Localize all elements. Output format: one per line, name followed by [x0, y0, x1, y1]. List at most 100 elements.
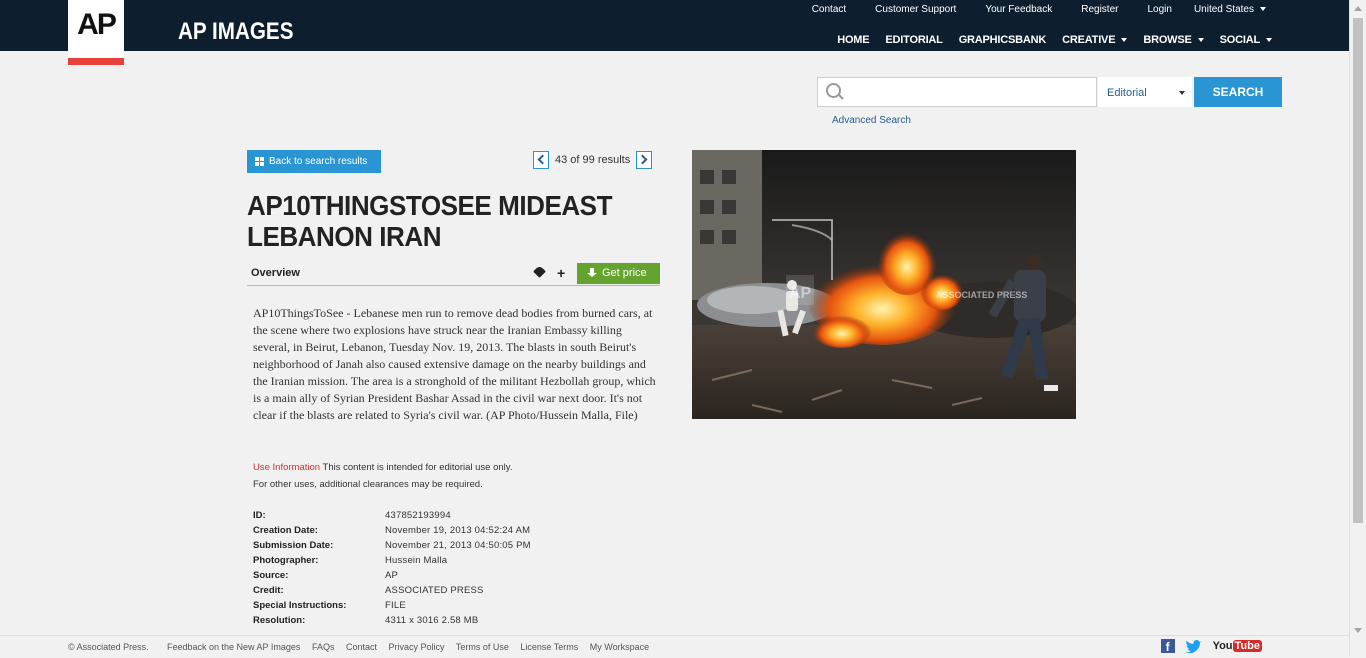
get-price-button[interactable]: Get price	[577, 263, 660, 284]
ap-logo[interactable]: AP	[68, 0, 124, 58]
chevron-down-icon	[1197, 38, 1204, 43]
footer-links: Feedback on the New AP Images FAQs Conta…	[167, 642, 658, 652]
footer-link-terms[interactable]: Terms of Use	[456, 642, 509, 652]
facebook-icon[interactable]: f	[1160, 639, 1175, 654]
nav-browse-label: BROWSE	[1143, 34, 1192, 46]
get-price-label: Get price	[602, 267, 647, 279]
use-information-link[interactable]: Use Information	[253, 462, 320, 473]
watermark-text: ASSOCIATED PRESS	[936, 290, 1027, 300]
result-position: 43 of 99 results	[555, 154, 631, 166]
back-to-results-button[interactable]: Back to search results	[247, 150, 381, 173]
previous-result-button[interactable]	[533, 151, 549, 169]
scrollbar-thumb[interactable]	[1353, 18, 1363, 523]
social-links: f You Tube	[1160, 639, 1262, 654]
utility-link-contact[interactable]: Contact	[812, 4, 846, 15]
utility-link-register[interactable]: Register	[1081, 4, 1118, 15]
chevron-down-icon	[1121, 38, 1128, 43]
metadata-row: Submission Date: November 21, 2013 04:50:…	[253, 540, 673, 555]
utility-link-login[interactable]: Login	[1147, 4, 1171, 15]
nav-social[interactable]: SOCIAL	[1220, 34, 1272, 46]
photo-caption: AP10ThingsToSee - Lebanese men run to re…	[253, 306, 656, 422]
metadata-value: ASSOCIATED PRESS	[385, 585, 484, 596]
use-information-text: This content is intended for editorial u…	[320, 462, 513, 473]
chevron-down-icon	[1260, 7, 1266, 12]
search-input[interactable]	[817, 77, 1097, 107]
watermark-logo: AP	[789, 285, 812, 302]
metadata-value: FILE	[385, 600, 406, 611]
use-information-note: For other uses, additional clearances ma…	[253, 479, 483, 490]
metadata-value: November 21, 2013 04:50:05 PM	[385, 540, 531, 551]
twitter-icon[interactable]	[1185, 639, 1203, 653]
nav-browse[interactable]: BROWSE	[1143, 34, 1204, 46]
metadata-row: Special Instructions: FILE	[253, 600, 673, 615]
youtube-tube: Tube	[1232, 640, 1262, 652]
download-icon	[587, 268, 597, 279]
ap-logo-text: AP	[77, 8, 117, 41]
metadata-row: ID: 437852193994	[253, 510, 673, 525]
grid-icon	[255, 157, 265, 167]
footer-link-feedback[interactable]: Feedback on the New AP Images	[167, 642, 300, 652]
youtube-label: You	[1212, 640, 1233, 652]
brand-title[interactable]: AP IMAGES	[178, 18, 293, 46]
metadata-value: AP	[385, 570, 399, 581]
nav-social-label: SOCIAL	[1219, 34, 1261, 46]
metadata-row: Creation Date: November 19, 2013 04:52:24…	[253, 525, 673, 540]
metadata-value: 437852193994	[385, 510, 451, 521]
chevron-down-icon	[1266, 38, 1272, 43]
metadata-row: Resolution: 4311 x 3016 2.58 MB	[253, 615, 673, 630]
footer-link-license[interactable]: License Terms	[520, 642, 578, 652]
nav-creative-label: CREATIVE	[1062, 34, 1116, 46]
news-photo[interactable]: AP ASSOCIATED PRESS	[692, 150, 1076, 419]
metadata-key: Source:	[253, 570, 289, 581]
use-information: Use Information This content is intended…	[253, 459, 673, 493]
tab-overview[interactable]: Overview	[251, 267, 300, 279]
nav-editorial[interactable]: EDITORIAL	[885, 34, 942, 46]
page-scrollbar[interactable]	[1349, 0, 1366, 657]
photo-illustration: AP ASSOCIATED PRESS	[692, 150, 1076, 419]
metadata-row: Credit: ASSOCIATED PRESS	[253, 585, 673, 600]
tag-icon[interactable]	[533, 265, 546, 278]
footer: © Associated Press. Feedback on the New …	[0, 635, 1350, 658]
utility-nav: Contact Customer Support Your Feedback R…	[783, 4, 1266, 15]
metadata-key: ID:	[253, 510, 266, 521]
scroll-up-arrow-icon[interactable]	[1354, 6, 1362, 11]
advanced-search-link[interactable]: Advanced Search	[832, 115, 911, 126]
next-result-button[interactable]	[636, 151, 653, 169]
metadata-key: Photographer:	[253, 555, 319, 566]
add-to-lightbox-icon[interactable]: +	[557, 265, 565, 281]
country-label: United States	[1193, 4, 1254, 15]
search-scope-select[interactable]: Editorial	[1098, 77, 1192, 107]
nav-creative[interactable]: CREATIVE	[1062, 34, 1128, 46]
search-button[interactable]: SEARCH	[1194, 77, 1282, 107]
back-to-results-label: Back to search results	[269, 156, 368, 167]
scroll-down-arrow-icon[interactable]	[1354, 628, 1362, 633]
footer-link-contact[interactable]: Contact	[346, 642, 377, 652]
nav-graphicsbank[interactable]: GRAPHICSBANK	[959, 34, 1047, 46]
metadata-value: November 19, 2013 04:52:24 AM	[385, 525, 531, 536]
utility-link-customer-support[interactable]: Customer Support	[875, 4, 956, 15]
main-nav: HOME EDITORIAL GRAPHICSBANK CREATIVE BRO…	[821, 34, 1272, 46]
metadata-key: Resolution:	[253, 615, 306, 626]
metadata-row: Photographer: Hussein Malla	[253, 555, 673, 570]
metadata-table: ID: 437852193994 Creation Date: November 1…	[253, 510, 673, 630]
logo-underline	[68, 58, 124, 65]
footer-link-workspace[interactable]: My Workspace	[590, 642, 649, 652]
nav-home[interactable]: HOME	[837, 34, 869, 46]
chevron-down-icon	[1179, 91, 1185, 95]
metadata-key: Submission Date:	[253, 540, 334, 551]
country-selector[interactable]: United States	[1194, 4, 1266, 15]
copyright: © Associated Press.	[68, 642, 149, 652]
page-title: AP10THINGSTOSEE MIDEAST LEBANON IRAN	[247, 190, 613, 252]
metadata-key: Special Instructions:	[253, 600, 347, 611]
youtube-icon[interactable]: You Tube	[1213, 640, 1262, 652]
footer-link-faqs[interactable]: FAQs	[312, 642, 335, 652]
search-icon	[826, 83, 841, 98]
search-scope-value: Editorial	[1107, 87, 1147, 99]
utility-link-feedback[interactable]: Your Feedback	[985, 4, 1052, 15]
footer-link-privacy[interactable]: Privacy Policy	[389, 642, 445, 652]
metadata-key: Creation Date:	[253, 525, 318, 536]
results-pager: 43 of 99 results	[533, 150, 653, 170]
metadata-key: Credit:	[253, 585, 284, 596]
metadata-value: 4311 x 3016 2.58 MB	[385, 615, 479, 626]
metadata-row: Source: AP	[253, 570, 673, 585]
